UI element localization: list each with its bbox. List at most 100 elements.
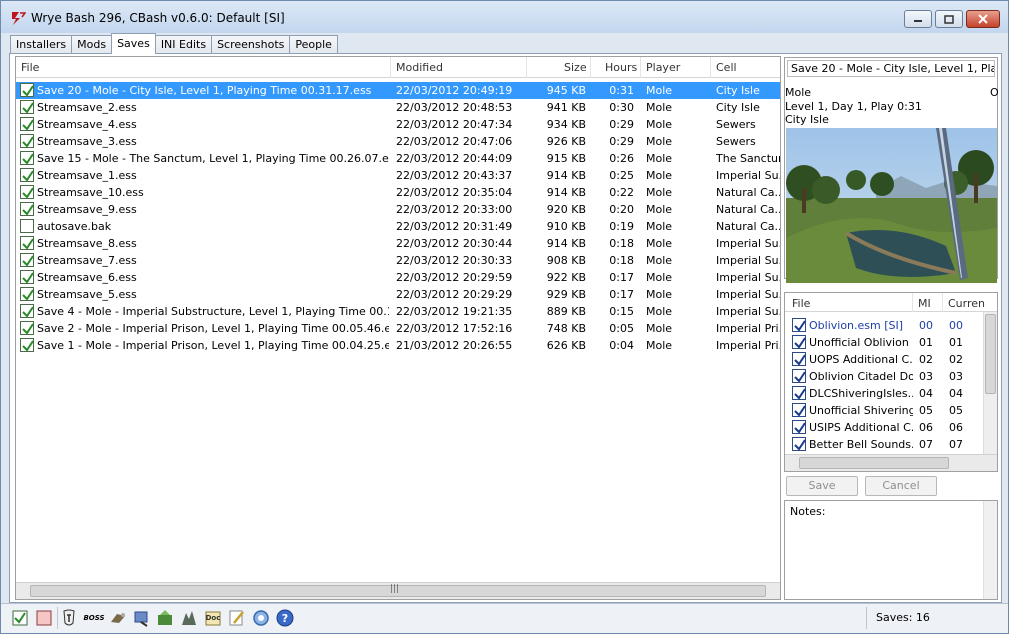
save-checkbox[interactable] [20,270,34,284]
save-checkbox[interactable] [20,83,34,97]
save-file: Streamsave_7.ess [37,254,137,267]
save-row[interactable]: Save 2 - Mole - Imperial Prison, Level 1… [16,320,780,337]
master-row[interactable]: UOPS Additional C... 02 02 [785,351,985,368]
oblivion-launch-icon[interactable] [59,608,79,628]
save-checkbox[interactable] [20,338,34,352]
col-header-file[interactable]: File [21,61,39,74]
readme-icon[interactable]: Doc [203,608,223,628]
cancel-button[interactable]: Cancel [865,476,937,496]
save-checkbox[interactable] [20,304,34,318]
save-checkbox[interactable] [20,321,34,335]
save-modified: 22/03/2012 20:33:00 [396,203,513,216]
horizontal-scrollbar[interactable]: ||| [16,582,780,599]
master-checkbox[interactable] [792,386,806,400]
col-header-modified[interactable]: Modified [396,61,443,74]
save-checkbox[interactable] [20,236,34,250]
save-row[interactable]: Save 4 - Mole - Imperial Substructure, L… [16,303,780,320]
save-checkbox[interactable] [20,151,34,165]
notes-scrollbar[interactable] [983,501,997,599]
master-row[interactable]: Unofficial Shivering... 05 05 [785,402,985,419]
save-checkbox[interactable] [20,134,34,148]
master-row[interactable]: Unofficial Oblivion ... 01 01 [785,334,985,351]
masters-col-file[interactable]: File [792,297,810,310]
save-cell: Natural Ca... [716,203,781,216]
save-button[interactable]: Save [786,476,858,496]
save-checkbox[interactable] [20,117,34,131]
master-row[interactable]: USIPS Additional C... 06 06 [785,419,985,436]
save-checkbox[interactable] [20,253,34,267]
tab-installers[interactable]: Installers [10,35,73,54]
help-icon[interactable]: ? [275,608,295,628]
master-checkbox[interactable] [792,352,806,366]
window-title: Wrye Bash 296, CBash v0.6.0: Default [SI… [31,11,285,25]
masters-horizontal-scrollbar[interactable] [785,454,997,471]
save-checkbox[interactable] [20,100,34,114]
save-row[interactable]: Streamsave_3.ess 22/03/2012 20:47:06 926 K… [16,133,780,150]
tes-construction-set-icon[interactable] [108,608,128,628]
master-checkbox[interactable] [792,369,806,383]
masters-scroll-thumb[interactable] [985,314,996,394]
col-header-hours[interactable]: Hours [605,61,637,74]
master-mi: 04 [919,387,933,400]
master-row[interactable]: DLCShiveringIsles.... 04 04 [785,385,985,402]
tab-screenshots[interactable]: Screenshots [211,35,291,54]
save-checkbox[interactable] [20,219,34,233]
master-checkbox[interactable] [792,420,806,434]
save-name-field[interactable]: Save 20 - Mole - City Isle, Level 1, Pla… [787,60,995,77]
master-checkbox[interactable] [792,437,806,451]
col-header-cell[interactable]: Cell [716,61,737,74]
masters-vertical-scrollbar[interactable] [983,312,997,454]
save-row[interactable]: Save 15 - Mole - The Sanctum, Level 1, P… [16,150,780,167]
tab-saves[interactable]: Saves [111,33,156,54]
notes-box[interactable]: Notes: [784,500,998,600]
masters-list[interactable]: File MI Curren Oblivion.esm [SI] 00 00 Unof… [784,292,998,472]
masters-col-mi[interactable]: MI [918,297,931,310]
save-player: Mole [646,118,673,131]
tab-ini-edits[interactable]: INI Edits [154,35,213,54]
masters-hscroll-thumb[interactable] [799,457,949,469]
save-row[interactable]: Streamsave_10.ess 22/03/2012 20:35:04 914 … [16,184,780,201]
save-checkbox[interactable] [20,185,34,199]
uncheck-all-icon[interactable] [34,608,54,628]
tes4edit-icon[interactable] [155,608,175,628]
save-row[interactable]: Streamsave_9.ess 22/03/2012 20:33:00 920 K… [16,201,781,218]
minimize-button[interactable] [904,10,932,28]
save-row[interactable]: Save 20 - Mole - City Isle, Level 1, Pla… [16,82,780,99]
tab-people[interactable]: People [289,35,338,54]
title-bar[interactable]: Wrye Bash 296, CBash v0.6.0: Default [SI… [1,1,1008,33]
save-row[interactable]: Streamsave_7.ess 22/03/2012 20:30:33 908 K… [16,252,780,269]
check-all-icon[interactable] [10,608,30,628]
save-checkbox[interactable] [20,202,34,216]
save-player: Mole [646,152,673,165]
save-row[interactable]: autosave.bak 22/03/2012 20:31:49 910 KB 0:1… [16,218,780,235]
notepad-icon[interactable] [227,608,247,628]
master-checkbox[interactable] [792,335,806,349]
col-header-player[interactable]: Player [646,61,680,74]
save-row[interactable]: Streamsave_1.ess 22/03/2012 20:43:37 914 K… [16,167,780,184]
boss-icon[interactable]: BOSS [83,608,105,628]
save-row[interactable]: Save 1 - Mole - Imperial Prison, Level 1… [16,337,780,354]
master-row[interactable]: Oblivion Citadel Do... 03 03 [785,368,985,385]
save-row[interactable]: Streamsave_6.ess 22/03/2012 20:29:59 922 K… [16,269,780,286]
save-row[interactable]: Streamsave_4.ess 22/03/2012 20:47:34 934 K… [16,116,780,133]
maximize-button[interactable] [935,10,963,28]
col-header-size[interactable]: Size [564,61,587,74]
save-row[interactable]: Streamsave_2.ess 22/03/2012 20:48:53 941 K… [16,99,780,116]
tab-mods[interactable]: Mods [71,35,113,54]
master-checkbox[interactable] [792,318,806,332]
master-row[interactable]: Oblivion.esm [SI] 00 00 [785,317,985,334]
settings-icon[interactable] [251,608,271,628]
saves-list[interactable]: File Modified Size Hours Player Cell Sav… [15,56,781,600]
save-checkbox[interactable] [20,168,34,182]
close-button[interactable] [966,10,1000,28]
master-row[interactable]: Better Bell Sounds.... 07 07 [785,436,985,453]
save-checkbox[interactable] [20,287,34,301]
save-size: 915 KB [546,152,586,165]
save-row[interactable]: Streamsave_8.ess 22/03/2012 20:30:44 914 K… [16,235,780,252]
masters-col-current[interactable]: Curren [948,297,985,310]
save-file: Streamsave_10.ess [37,186,144,199]
master-checkbox[interactable] [792,403,806,417]
wizard-icon[interactable] [132,608,152,628]
tes4lodgen-icon[interactable] [179,608,199,628]
save-row[interactable]: Streamsave_5.ess 22/03/2012 20:29:29 929 K… [16,286,780,303]
